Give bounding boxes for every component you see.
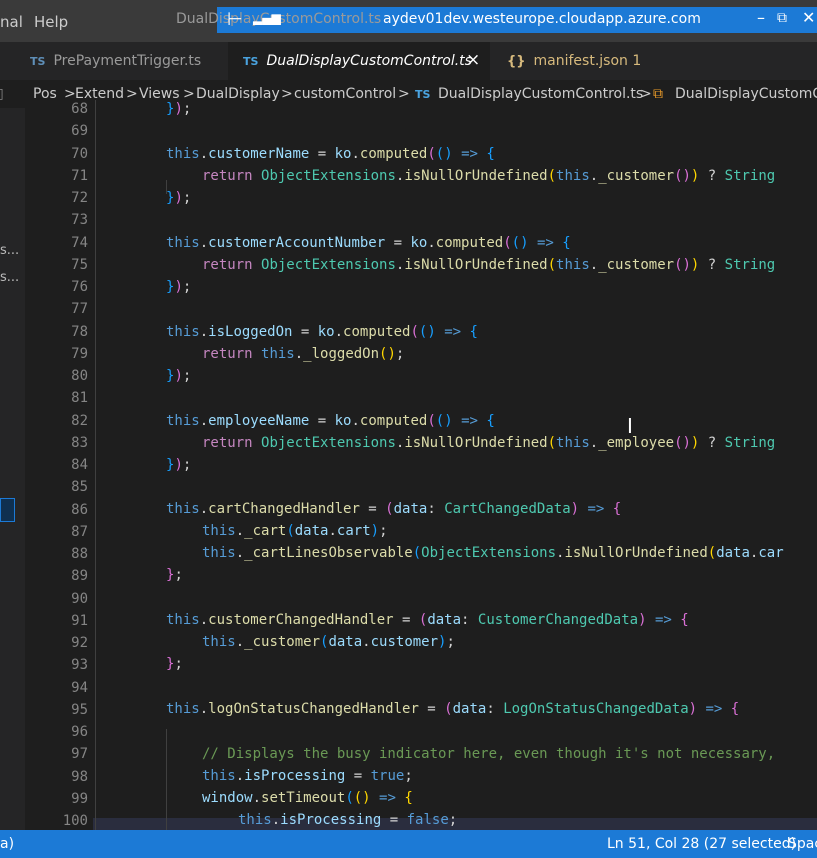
line-number: 86 xyxy=(71,501,88,518)
line-number-gutter: 68 69 70 71 72 73 74 75 76 77 78 79 80 81 82 83 84 85 86 87… xyxy=(25,100,93,830)
code-line-72: }); xyxy=(166,190,192,206)
minimize-icon[interactable]: – xyxy=(757,8,765,27)
line-number: 74 xyxy=(71,234,88,251)
code-line-83: return ObjectExtensions.isNullOrUndefine… xyxy=(202,435,776,451)
line-number: 99 xyxy=(71,790,88,807)
explorer-sidebar: s... s... xyxy=(0,108,25,830)
code-line-78: this.isLoggedOn = ko.computed(() => { xyxy=(166,324,478,340)
text-cursor-icon: I xyxy=(627,414,633,438)
line-number: 91 xyxy=(71,612,88,629)
line-number: 75 xyxy=(71,256,88,273)
code-line-74: this.customerAccountNumber = ko.computed… xyxy=(166,235,571,251)
line-number: 80 xyxy=(71,368,88,384)
code-line-82: this.employeeName = ko.computed(() => { xyxy=(166,413,495,429)
close-tab-icon[interactable]: × xyxy=(466,50,480,70)
code-line-70: this.customerName = ko.computed(() => { xyxy=(166,146,495,162)
menu-terminal[interactable]: nal xyxy=(0,13,23,31)
remote-pin-icon[interactable]: ⊢ xyxy=(227,9,243,30)
sidebar-selection xyxy=(0,498,15,522)
line-number: 77 xyxy=(71,301,88,318)
line-number: 78 xyxy=(71,323,88,340)
line-number: 73 xyxy=(71,212,88,229)
status-bar: a) Ln 51, Col 28 (27 selected) Spac xyxy=(0,830,817,858)
code-line-87: this._cart(data.cart); xyxy=(202,523,388,539)
remote-host: aydev01dev.westeurope.cloudapp.azure.com xyxy=(383,11,701,27)
restore-icon[interactable]: ⧉ xyxy=(777,10,787,26)
close-window-icon[interactable]: ✕ xyxy=(802,8,815,27)
code-line-92: this._customer(data.customer); xyxy=(202,634,455,650)
code-line-86: this.cartChangedHandler = (data: CartCha… xyxy=(166,501,622,517)
status-left[interactable]: a) xyxy=(0,836,14,852)
line-number: 95 xyxy=(71,701,88,718)
line-number: 68 xyxy=(71,101,88,117)
line-number: 100 xyxy=(62,813,88,829)
menu-help[interactable]: Help xyxy=(34,13,68,31)
code-line-75: return ObjectExtensions.isNullOrUndefine… xyxy=(202,257,776,273)
sidebar-item[interactable]: s... xyxy=(0,243,19,258)
line-number: 93 xyxy=(71,657,88,674)
tab-label: DualDisplayCustomControl.ts xyxy=(266,53,472,69)
line-number: 97 xyxy=(71,746,88,763)
line-number: 88 xyxy=(71,546,88,562)
tab-dualdisplaycustomcontrol[interactable]: TS DualDisplayCustomControl.ts × xyxy=(228,42,490,80)
line-number: 84 xyxy=(71,457,88,473)
code-line-80: }); xyxy=(166,368,192,384)
typescript-icon: TS xyxy=(243,55,259,68)
line-number: 92 xyxy=(71,635,88,651)
code-line-79: return this._loggedOn(); xyxy=(202,346,405,362)
line-number: 70 xyxy=(71,145,88,162)
code-line-89: }; xyxy=(166,567,183,583)
folder-icon: ▯ xyxy=(0,86,4,102)
code-line-98: this.isProcessing = true; xyxy=(202,768,413,784)
editor-tabs: TS PrePaymentTrigger.ts TS DualDisplayCust… xyxy=(0,42,817,80)
json-icon: {} xyxy=(507,54,526,69)
code-line-84: }); xyxy=(166,457,192,473)
cursor-position[interactable]: Ln 51, Col 28 (27 selected) xyxy=(607,836,796,852)
signal-icon: ▂▄▆ xyxy=(253,11,281,25)
line-number: 90 xyxy=(71,590,88,607)
line-number: 94 xyxy=(71,679,88,696)
code-line-71: return ObjectExtensions.isNullOrUndefine… xyxy=(202,168,776,184)
code-line-95: this.logOnStatusChangedHandler = (data: … xyxy=(166,701,740,717)
code-line-97: // Displays the busy indicator here, eve… xyxy=(202,746,776,762)
indent-guide xyxy=(95,100,96,830)
line-number: 87 xyxy=(71,523,88,540)
code-line-93: }; xyxy=(166,656,183,672)
tab-label: manifest.json 1 xyxy=(533,53,642,69)
sidebar-item[interactable]: s... xyxy=(0,270,19,285)
code-line-91: this.customerChangedHandler = (data: Cus… xyxy=(166,612,689,628)
indent-guide xyxy=(166,729,167,830)
tab-label: PrePaymentTrigger.ts xyxy=(53,53,202,69)
line-number: 83 xyxy=(71,434,88,451)
code-line-76: }); xyxy=(166,279,192,295)
code-line-88: this._cartLinesObservable(ObjectExtensio… xyxy=(202,545,784,561)
title-bar: nal Help DualDisplayCustomControl.ts ⊢ ▂… xyxy=(0,0,817,42)
line-number: 98 xyxy=(71,768,88,785)
line-number: 89 xyxy=(71,568,88,585)
line-number: 85 xyxy=(71,479,88,496)
indentation-status[interactable]: Spac xyxy=(788,836,817,852)
line-number: 82 xyxy=(71,412,88,429)
code-editor[interactable]: }); this.customerName = ko.computed(() =… xyxy=(93,100,817,830)
line-number: 76 xyxy=(71,279,88,295)
remote-connection-bar: DualDisplayCustomControl.ts ⊢ ▂▄▆ aydev0… xyxy=(176,7,817,33)
line-number: 69 xyxy=(71,123,88,140)
line-number: 96 xyxy=(71,724,88,740)
typescript-icon: TS xyxy=(30,55,46,68)
code-line-99: window.setTimeout(() => { xyxy=(202,790,413,806)
tab-manifest[interactable]: {} manifest.json 1 xyxy=(490,42,650,80)
code-line-100: this.isProcessing = false; xyxy=(238,812,458,828)
line-number: 79 xyxy=(71,345,88,362)
tab-prepaymenttrigger[interactable]: TS PrePaymentTrigger.ts xyxy=(0,42,228,80)
line-number: 81 xyxy=(71,390,88,407)
line-number: 72 xyxy=(71,190,88,206)
code-line-68: }); xyxy=(166,101,192,117)
line-number: 71 xyxy=(71,167,88,184)
